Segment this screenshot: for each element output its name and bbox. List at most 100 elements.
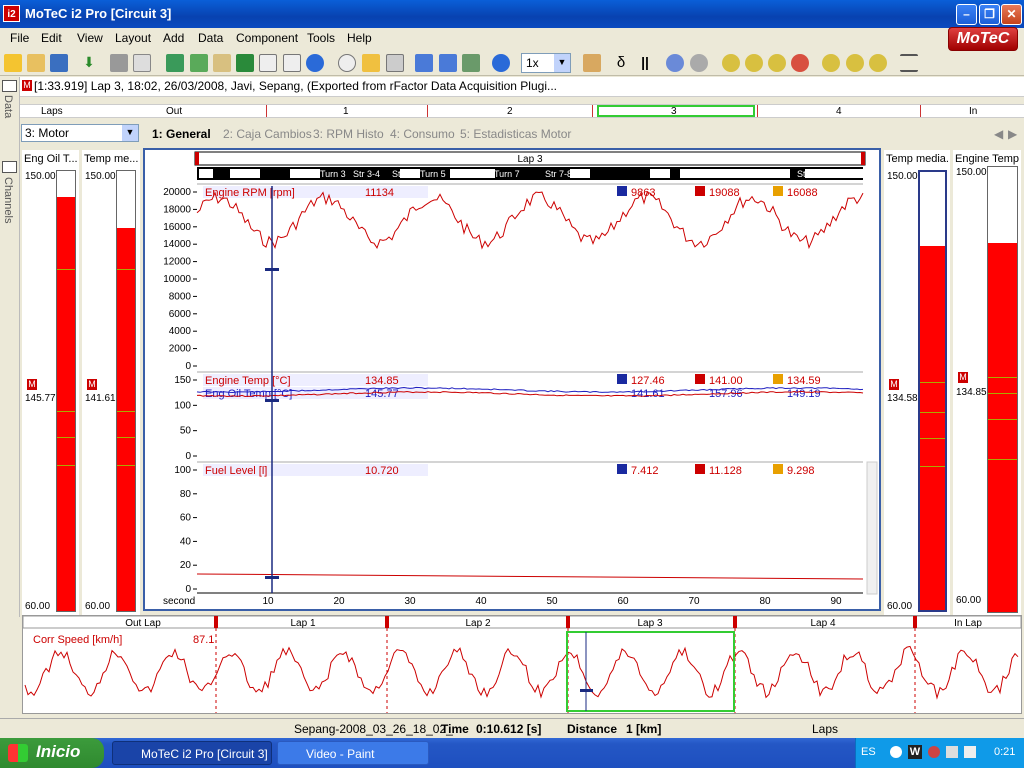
table-icon[interactable]	[259, 54, 277, 72]
menu-add[interactable]: Add	[163, 31, 184, 45]
y-tick-label: 100	[174, 400, 191, 411]
tab-rpm-histo[interactable]: 3: RPM Histo	[313, 127, 384, 141]
plot-canvas[interactable]: Lap 3 Turn 3 Str 3-4 Str 4-5 Turn 5 Turn 7 Str…	[145, 150, 879, 609]
lap-separator	[266, 105, 267, 117]
tray-app-icon[interactable]	[928, 746, 940, 758]
overview-lap-bar	[22, 615, 1022, 629]
rpm-trace	[196, 191, 864, 250]
print-preview-icon[interactable]	[133, 54, 151, 72]
y-tick-label: 12000	[163, 257, 191, 268]
lap-strip-4[interactable]: 4	[836, 106, 842, 117]
open-folder-icon[interactable]	[4, 54, 22, 72]
max-marker-icon	[695, 464, 705, 474]
tab-estadisticas-motor[interactable]: 5: Estadisticas Motor	[460, 127, 571, 141]
network-icon[interactable]	[946, 746, 958, 758]
close-button[interactable]: ✕	[1001, 4, 1022, 25]
track-segment-gap	[230, 169, 260, 178]
channel-group-select[interactable]: 3: Motor ▼	[21, 124, 139, 142]
zoom-icon[interactable]	[666, 54, 684, 72]
minimize-button[interactable]: –	[956, 4, 977, 25]
save-icon[interactable]	[50, 54, 68, 72]
zoom-clear-icon[interactable]	[791, 54, 809, 72]
print-icon[interactable]	[110, 54, 128, 72]
settings-icon[interactable]	[583, 54, 601, 72]
pause-icon[interactable]: ||	[636, 54, 654, 72]
lap-strip-in[interactable]: In	[969, 106, 977, 117]
menu-layout[interactable]: Layout	[115, 31, 151, 45]
overview-lap-marker	[733, 616, 737, 628]
zoom-in-icon[interactable]	[722, 54, 740, 72]
app-logo-icon: i2	[3, 5, 20, 22]
tab-scroll-left-icon[interactable]: ◀	[994, 127, 1003, 141]
lap-overview[interactable]: Out Lap Lap 1 Lap 2 Lap 3 Lap 4 In Lap Corr Sp…	[22, 615, 1022, 714]
delta-icon[interactable]: δ	[612, 54, 630, 72]
zoom-fit-icon[interactable]	[768, 54, 786, 72]
winamp-icon[interactable]: W	[908, 745, 922, 759]
menu-data[interactable]: Data	[198, 31, 223, 45]
x-tick-label: 10	[262, 596, 274, 607]
task-motec[interactable]: MoTeC i2 Pro [Circuit 3]	[112, 741, 272, 765]
channel-min-value: 141.61	[631, 388, 665, 400]
gauge-title: Eng Oil T...	[24, 153, 78, 165]
menu-tools[interactable]: Tools	[307, 31, 335, 45]
start-button[interactable]: Inicio	[0, 738, 104, 768]
track-segment-label: Turn 7	[494, 169, 520, 179]
menu-help[interactable]: Help	[347, 31, 372, 45]
tab-scroll-right-icon[interactable]: ▶	[1008, 127, 1017, 141]
properties-icon[interactable]	[283, 54, 301, 72]
grid-icon[interactable]	[386, 54, 404, 72]
maximize-button[interactable]: ❐	[979, 4, 1000, 25]
y-tick-label: 0	[185, 451, 191, 462]
back-icon[interactable]	[415, 54, 433, 72]
marker-icon[interactable]	[462, 54, 480, 72]
side-tab-data[interactable]: Data	[2, 95, 14, 118]
selected-lap-highlight	[597, 105, 755, 117]
overview-lap-marker	[566, 616, 570, 628]
y-tick-label: 40	[180, 536, 192, 547]
y-tick-label: 50	[180, 426, 192, 437]
gauge-max: 150.00	[25, 171, 56, 182]
play-icon[interactable]	[492, 54, 510, 72]
overlay-icon[interactable]	[362, 54, 380, 72]
forward-icon[interactable]	[439, 54, 457, 72]
clock-icon[interactable]	[338, 54, 356, 72]
zoom-out-icon[interactable]	[745, 54, 763, 72]
info-icon[interactable]	[306, 54, 324, 72]
tab-consumo[interactable]: 4: Consumo	[390, 127, 455, 141]
zoom-y-icon[interactable]	[869, 54, 887, 72]
tab-caja-cambios[interactable]: 2: Caja Cambios	[223, 127, 312, 141]
tab-general[interactable]: 1: General	[152, 127, 211, 141]
avg-marker-icon	[773, 464, 783, 474]
side-tab-channels[interactable]: Channels	[2, 177, 14, 223]
chart-icon[interactable]	[166, 54, 184, 72]
language-indicator[interactable]: ES	[861, 746, 876, 758]
task-paint[interactable]: Video - Paint	[277, 741, 429, 765]
y-tick-label: 8000	[169, 291, 192, 302]
zoom-x-out-icon[interactable]	[846, 54, 864, 72]
flag-icon[interactable]	[190, 54, 208, 72]
align-icon[interactable]	[900, 54, 918, 72]
excel-icon[interactable]	[236, 54, 254, 72]
zoom-level-select[interactable]: 1x ▼	[521, 53, 571, 73]
channel-min-value: 9863	[631, 187, 655, 199]
side-tab-strip: Data Channels	[0, 77, 20, 617]
menu-file[interactable]: File	[10, 31, 29, 45]
menu-component[interactable]: Component	[236, 31, 298, 45]
lap-strip-out[interactable]: Out	[166, 106, 182, 117]
zoom-x-in-icon[interactable]	[822, 54, 840, 72]
tray-back-icon[interactable]	[890, 746, 902, 758]
lap-strip[interactable]: Laps Out 1 2 3 4 In	[20, 104, 1024, 118]
overview-canvas[interactable]: Out Lap Lap 1 Lap 2 Lap 3 Lap 4 In Lap Corr Sp…	[22, 615, 1022, 713]
lap-strip-2[interactable]: 2	[507, 106, 513, 117]
menu-edit[interactable]: Edit	[41, 31, 62, 45]
edit-icon[interactable]	[213, 54, 231, 72]
lap-strip-1[interactable]: 1	[343, 106, 349, 117]
time-plot[interactable]: Lap 3 Turn 3 Str 3-4 Str 4-5 Turn 5 Turn 7 Str…	[143, 148, 881, 611]
y-tick-label: 2000	[169, 344, 192, 355]
menu-view[interactable]: View	[77, 31, 103, 45]
new-folder-icon[interactable]	[27, 54, 45, 72]
lap-title: Lap 3	[517, 154, 542, 165]
volume-icon[interactable]	[964, 746, 976, 758]
zoom-reset-icon[interactable]	[690, 54, 708, 72]
download-icon[interactable]: ⬇	[80, 54, 98, 72]
